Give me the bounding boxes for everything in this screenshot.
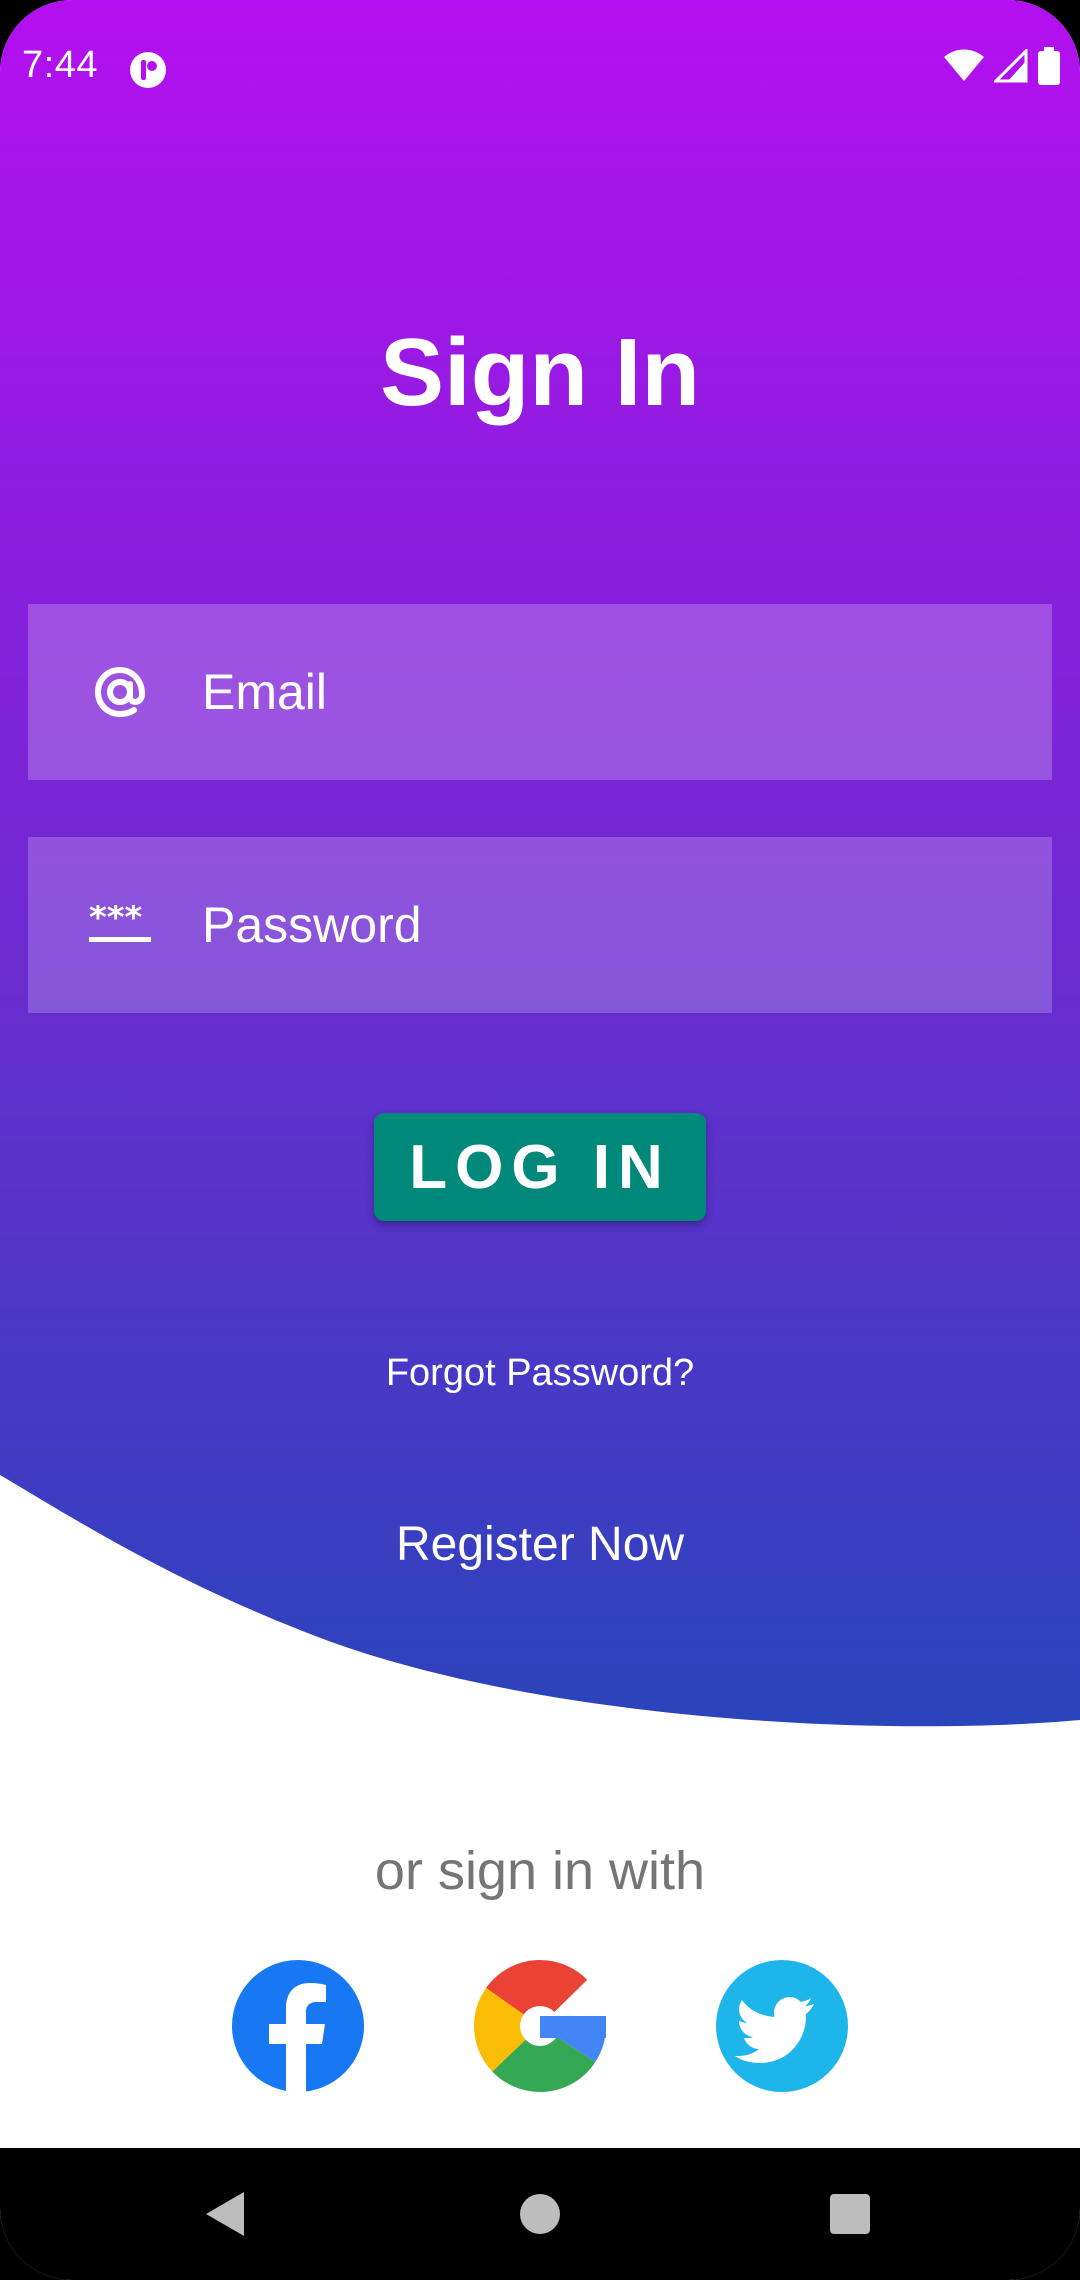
register-now-link[interactable]: Register Now (0, 1517, 1080, 1572)
home-icon[interactable] (510, 2184, 570, 2244)
twitter-signin-button[interactable] (716, 1960, 848, 2092)
page-title: Sign In (380, 319, 700, 426)
status-time: 7:44 (22, 44, 98, 86)
status-icons (944, 46, 1060, 90)
wifi-icon (944, 49, 984, 88)
login-button[interactable]: LOG IN (374, 1113, 706, 1221)
alt-signin-label: or sign in with (374, 1841, 706, 1901)
google-signin-button[interactable] (474, 1960, 606, 2092)
email-input[interactable] (200, 662, 964, 722)
login-screen: 7:44 Sign In Email *** LOG IN Forgot Pas… (0, 0, 1080, 2280)
status-bar: 7:44 (0, 0, 1080, 140)
app-notification-icon (128, 50, 168, 90)
password-field[interactable]: *** (28, 837, 1052, 1013)
back-icon[interactable] (196, 2184, 256, 2244)
facebook-icon (232, 1960, 364, 2096)
navigation-bar (0, 2148, 1080, 2280)
email-field[interactable] (28, 604, 1052, 780)
recents-icon[interactable] (820, 2184, 880, 2244)
battery-icon (1038, 46, 1060, 90)
password-input[interactable] (200, 895, 964, 955)
facebook-signin-button[interactable] (232, 1960, 364, 2092)
svg-text:***: *** (89, 905, 143, 938)
twitter-icon (716, 1960, 848, 2096)
google-icon (474, 1960, 606, 2096)
cellular-signal-icon (992, 46, 1028, 88)
at-sign-icon (84, 656, 156, 728)
password-dots-icon: *** (84, 889, 156, 961)
forgot-password-link[interactable]: Forgot Password? (0, 1352, 1080, 1395)
